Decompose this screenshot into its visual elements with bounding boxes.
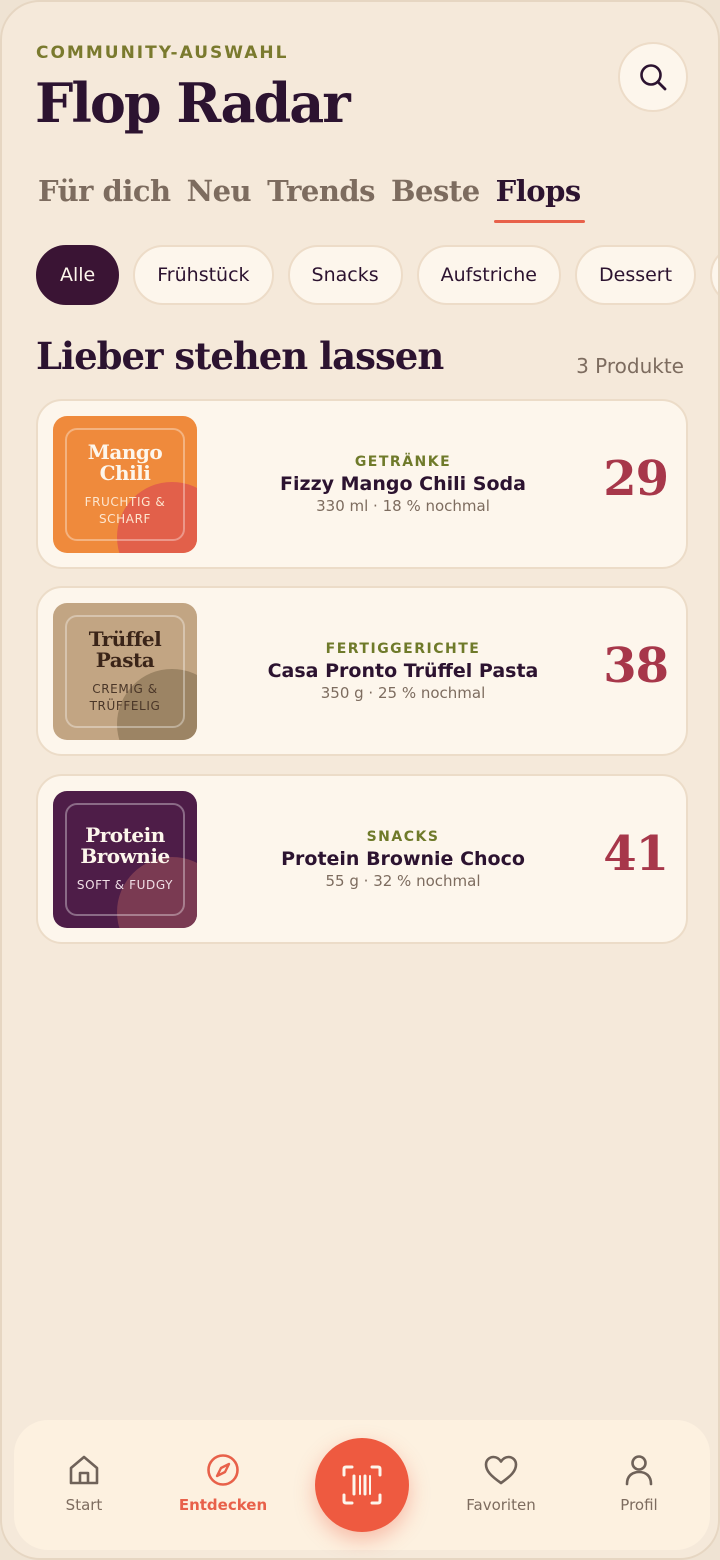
product-meta: 350 g · 25 % nochmal: [320, 683, 486, 702]
nav-favorites-label: Favoriten: [466, 1496, 536, 1514]
nav-favorites[interactable]: Favoriten: [441, 1420, 561, 1550]
category-tabs: Für dich Neu Trends Beste Flops: [38, 170, 597, 230]
heart-icon: [484, 1455, 518, 1485]
thumbnail-title: Mango Chili: [87, 439, 163, 485]
product-score: 29: [603, 451, 669, 507]
product-card[interactable]: Protein Brownie SOFT & FUDGY SNACKS Prot…: [36, 774, 688, 944]
chip-aufstriche[interactable]: Aufstriche: [416, 245, 561, 305]
product-name: Protein Brownie Choco: [281, 847, 525, 870]
barcode-scan-icon: [342, 1465, 382, 1505]
product-thumbnail: Protein Brownie SOFT & FUDGY: [53, 791, 197, 928]
product-meta: 55 g · 32 % nochmal: [325, 871, 481, 890]
chip-snacks[interactable]: Snacks: [287, 245, 403, 305]
chip-fruehstueck[interactable]: Frühstück: [133, 245, 274, 305]
compass-icon: [207, 1454, 239, 1486]
page-title: Flop Radar: [35, 71, 351, 135]
nav-discover[interactable]: Entdecken: [163, 1420, 283, 1550]
chip-alle[interactable]: Alle: [36, 245, 120, 305]
product-name: Fizzy Mango Chili Soda: [280, 472, 526, 495]
product-info: FERTIGGERICHTE Casa Pronto Trüffel Pasta…: [238, 588, 568, 754]
product-info: GETRÄNKE Fizzy Mango Chili Soda 330 ml ·…: [238, 401, 568, 567]
search-icon: [640, 64, 667, 91]
product-thumbnail: Trüffel Pasta CREMIG & TRÜFFELIG: [53, 603, 197, 740]
tab-neu[interactable]: Neu: [187, 170, 252, 224]
product-card[interactable]: Mango Chili FRUCHTIG & SCHARF GETRÄNKE F…: [36, 399, 688, 569]
section-title: Lieber stehen lassen: [36, 334, 444, 378]
app-screen: COMMUNITY-AUSWAHL Flop Radar Für dich Ne…: [0, 0, 720, 1560]
product-info: SNACKS Protein Brownie Choco 55 g · 32 %…: [238, 776, 568, 942]
product-meta: 330 ml · 18 % nochmal: [316, 496, 490, 515]
nav-profile[interactable]: Profil: [579, 1420, 699, 1550]
tab-trends[interactable]: Trends: [267, 170, 375, 224]
product-category: SNACKS: [366, 828, 440, 845]
product-score: 41: [603, 826, 669, 882]
chip-dessert[interactable]: Dessert: [575, 245, 697, 305]
product-count: 3 Produkte: [576, 354, 684, 378]
page-eyebrow: COMMUNITY-AUSWAHL: [36, 43, 289, 63]
filter-chips: Alle Frühstück Snacks Aufstriche Dessert…: [36, 245, 718, 305]
user-icon: [625, 1455, 653, 1486]
product-name: Casa Pronto Trüffel Pasta: [267, 659, 539, 682]
bottom-navigation: Start Entdecken Favoriten Profil: [14, 1420, 710, 1550]
nav-start-label: Start: [65, 1496, 103, 1514]
nav-profile-label: Profil: [620, 1496, 658, 1514]
scan-button[interactable]: [315, 1438, 409, 1532]
thumbnail-title: Protein Brownie: [80, 823, 170, 868]
tab-fuer-dich[interactable]: Für dich: [38, 170, 171, 224]
search-button[interactable]: [618, 42, 688, 112]
tab-beste[interactable]: Beste: [391, 170, 480, 224]
tab-flops[interactable]: Flops: [493, 170, 585, 224]
product-thumbnail: Mango Chili FRUCHTIG & SCHARF: [53, 416, 197, 553]
home-icon: [69, 1455, 99, 1485]
product-score: 38: [603, 638, 669, 694]
chip-more[interactable]: Ge: [710, 245, 718, 305]
nav-start[interactable]: Start: [24, 1420, 144, 1550]
thumbnail-title: Trüffel Pasta: [88, 626, 162, 672]
product-category: FERTIGGERICHTE: [325, 640, 481, 657]
thumbnail-subtitle: CREMIG & TRÜFFELIG: [89, 681, 161, 713]
thumbnail-subtitle: FRUCHTIG & SCHARF: [84, 494, 166, 526]
thumbnail-subtitle: SOFT & FUDGY: [76, 878, 174, 892]
product-category: GETRÄNKE: [354, 453, 452, 470]
nav-discover-label: Entdecken: [178, 1496, 268, 1514]
product-card[interactable]: Trüffel Pasta CREMIG & TRÜFFELIG FERTIGG…: [36, 586, 688, 756]
